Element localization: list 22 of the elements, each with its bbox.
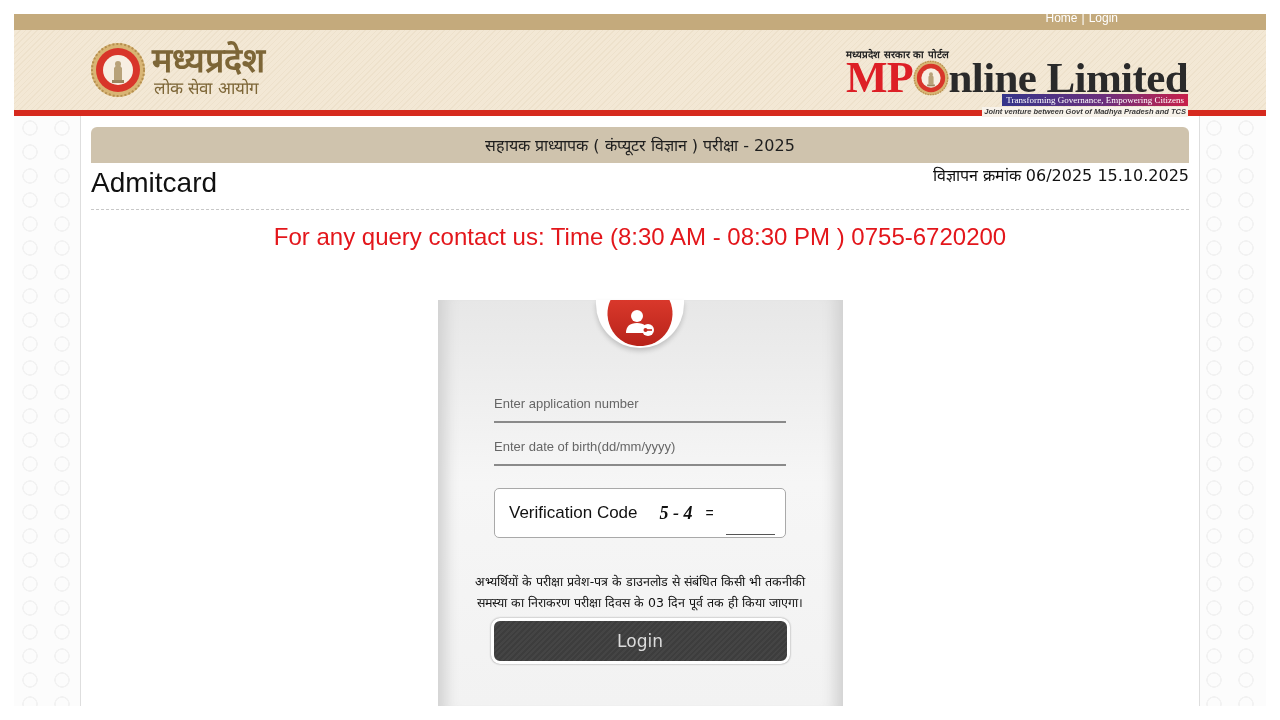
login-button[interactable]: Login <box>490 618 790 664</box>
nav-link[interactable]: Home <box>1045 11 1078 25</box>
equals-sign: = <box>705 505 714 521</box>
input-field[interactable]: Enter application number <box>494 386 786 423</box>
helpline-text: For any query contact us: Time (8:30 AM - 08:30 PM ) 0755-6720200 <box>272 222 1008 252</box>
commission-subtitle: लोक सेवा आयोग <box>154 78 260 98</box>
commission-name: मध्यप्रदेश <box>152 42 265 78</box>
input-field[interactable]: Enter date of birth(dd/mm/yyyy) <box>494 429 786 466</box>
seal-icon <box>912 60 949 96</box>
logo-text: MP <box>846 61 913 95</box>
captcha-label: Verification Code <box>509 503 638 523</box>
tagline-text: Transforming Governance, Empowering Citizens <box>1002 94 1188 106</box>
logo-text: nline Limited <box>948 61 1188 95</box>
portal-caption: मध्यप्रदेश सरकार का पोर्टल <box>846 49 949 61</box>
page-title: Admitcard <box>91 166 218 200</box>
user-key-icon <box>607 300 673 346</box>
seal-icon <box>90 42 146 98</box>
notice-text: अभ्यर्थियों के परीक्षा प्रवेश-पत्र के डाउनलोड से संबंधित किसी भी तकनीकी समस्या का निराकरण परीक्षा दिवस के 03 दिन पूर्व तक ही किया जाएगा। <box>473 573 807 613</box>
exam-title-bar: सहायक प्राध्यापक ( कंप्यूटर विज्ञान ) परीक्षा - 2025 <box>91 127 1189 163</box>
captcha-question: 5 - 4 <box>659 502 693 524</box>
nav-link[interactable]: Login <box>1088 11 1118 25</box>
advertisement-number: विज्ञापन क्रमांक 06/2025 15.10.2025 <box>932 165 1189 187</box>
